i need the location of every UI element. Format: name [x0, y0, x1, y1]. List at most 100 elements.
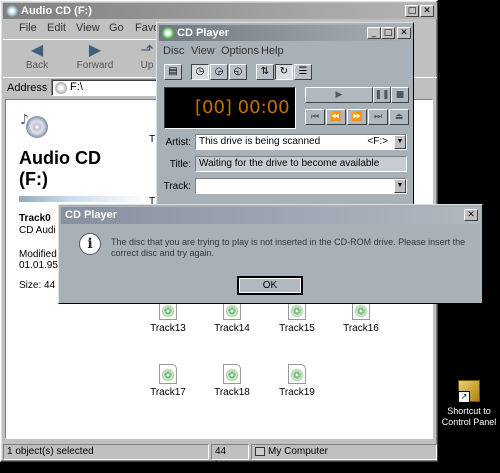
status-zone: My Computer — [251, 444, 437, 460]
play-button[interactable]: ▶ — [305, 87, 373, 103]
explorer-toolbar: ◀ Back ▶ Forward ⬏ Up — [3, 39, 163, 77]
track-label: Track15 — [279, 323, 315, 334]
disc-time-remaining-icon[interactable]: ◵ — [229, 64, 247, 80]
track-dropdown[interactable]: ▼ — [195, 178, 407, 194]
title-value: Waiting for the drive to become availabl… — [199, 158, 380, 169]
my-computer-icon — [255, 447, 265, 456]
previous-track-button[interactable]: ⏮ — [305, 109, 325, 125]
track-label: Track14 — [214, 323, 250, 334]
track-item[interactable]: Track15 — [272, 300, 322, 334]
track-item[interactable]: Track18 — [207, 364, 257, 398]
track-label: Track19 — [279, 387, 315, 398]
menu-file[interactable]: File — [19, 22, 37, 34]
menu-go[interactable]: Go — [109, 22, 124, 34]
forward-arrow-icon: ▶ — [88, 42, 102, 59]
edit-playlist-icon[interactable]: ▤ — [164, 64, 182, 80]
up-label: Up — [140, 60, 154, 71]
explorer-title-bar[interactable]: Audio CD (F:) — [3, 3, 437, 19]
control-panel-shortcut-icon — [458, 380, 480, 403]
error-dialog: CD Player ✕ i The disc that you are tryi… — [58, 204, 483, 304]
track-item[interactable]: Track16 — [336, 300, 386, 334]
track-label: Track18 — [214, 387, 250, 398]
intro-play-icon[interactable]: ☰ — [294, 64, 312, 80]
pause-button[interactable]: ❚❚ — [373, 87, 391, 103]
minimize-button[interactable]: _ — [367, 27, 381, 39]
random-order-icon[interactable]: ⇅ — [256, 64, 274, 80]
explorer-title: Audio CD (F:) — [21, 5, 92, 17]
dialog-title-bar[interactable]: CD Player — [61, 207, 480, 224]
menu-disc[interactable]: Disc — [163, 45, 184, 57]
back-label: Back — [25, 60, 49, 71]
address-label: Address — [7, 82, 48, 94]
stop-button[interactable]: ■ — [391, 87, 409, 103]
track-time-elapsed-icon[interactable]: ◷ — [191, 64, 209, 80]
skip-backwards-button[interactable]: ⏪ — [326, 109, 346, 125]
time-readout: [00] 00:00 — [195, 97, 290, 118]
time-display: [00] 00:00 — [164, 87, 296, 129]
cd-player-window: CD Player _ □ ✕ Disc View Options Help ▤… — [156, 22, 414, 222]
occluded-text: T — [149, 134, 156, 145]
track-label: Track17 — [150, 387, 186, 398]
address-value: F:\ — [70, 81, 83, 93]
close-button[interactable]: ✕ — [397, 27, 411, 39]
cd-drive-icon — [6, 5, 18, 17]
artist-label: Artist: — [165, 137, 191, 148]
artist-dropdown[interactable]: This drive is being scanned <F:> ▼ — [195, 134, 407, 150]
chevron-down-icon[interactable]: ▼ — [394, 135, 406, 149]
menu-help[interactable]: Help — [261, 45, 284, 57]
dialog-title: CD Player — [65, 209, 117, 221]
address-input[interactable]: F:\ — [51, 79, 171, 96]
ok-button[interactable]: OK — [237, 276, 303, 295]
title-field[interactable]: Waiting for the drive to become availabl… — [195, 156, 407, 172]
cd-player-title: CD Player — [177, 27, 229, 39]
desktop-shortcut[interactable]: Shortcut to Control Panel — [438, 380, 500, 428]
artist-drive: <F:> — [367, 136, 388, 147]
track-item[interactable]: Track13 — [143, 300, 193, 334]
information-icon: i — [79, 233, 101, 255]
close-button[interactable]: ✕ — [464, 209, 478, 221]
selected-item-type: CD Audi — [19, 225, 56, 236]
eject-button[interactable]: ⏏ — [389, 109, 409, 125]
forward-label: Forward — [76, 60, 114, 71]
cd-player-icon — [162, 27, 174, 39]
modified-label: Modified — [19, 249, 57, 260]
menu-options[interactable]: Options — [221, 45, 259, 57]
cd-audio-track-icon — [223, 364, 241, 384]
menu-view[interactable]: View — [76, 22, 100, 34]
track-label: Track: — [163, 181, 191, 192]
track-item[interactable]: Track14 — [207, 300, 257, 334]
track-label: Track13 — [150, 323, 186, 334]
selected-item-name: Track0 — [19, 213, 51, 224]
status-selected: 1 object(s) selected — [3, 444, 209, 460]
status-zone-label: My Computer — [268, 446, 329, 457]
maximize-button[interactable]: □ — [405, 5, 419, 17]
menu-view[interactable]: View — [191, 45, 215, 57]
cd-drive-icon — [55, 82, 67, 94]
folder-title: Audio CD (F:) — [19, 148, 101, 189]
back-button[interactable]: ◀ Back — [15, 42, 59, 76]
menu-edit[interactable]: Edit — [47, 22, 66, 34]
shortcut-label: Shortcut to Control Panel — [441, 406, 497, 427]
maximize-button[interactable]: □ — [381, 27, 395, 39]
close-button[interactable]: ✕ — [420, 5, 434, 17]
track-label: Track16 — [343, 323, 379, 334]
chevron-down-icon[interactable]: ▼ — [394, 179, 406, 193]
explorer-menu-bar: File Edit View Go Favo — [3, 19, 163, 37]
track-item[interactable]: Track17 — [143, 364, 193, 398]
forward-button[interactable]: ▶ Forward — [73, 42, 117, 76]
track-item[interactable]: Track19 — [272, 364, 322, 398]
web-view-divider — [19, 196, 149, 202]
status-bar: 1 object(s) selected 44 bytes My Compute… — [3, 443, 437, 471]
modified-value: 01.01.95 — [19, 260, 58, 271]
title-label: Title: — [169, 159, 191, 170]
cd-audio-track-icon — [159, 364, 177, 384]
skip-forwards-button[interactable]: ⏩ — [347, 109, 367, 125]
next-track-button[interactable]: ⏭ — [368, 109, 388, 125]
continuous-play-icon[interactable]: ↻ — [275, 64, 293, 80]
artist-value: This drive is being scanned — [199, 136, 321, 147]
status-size: 44 bytes — [211, 444, 249, 471]
back-arrow-icon: ◀ — [30, 42, 44, 59]
audio-cd-icon: ♪ — [20, 112, 50, 138]
cd-audio-track-icon — [288, 364, 306, 384]
track-time-remaining-icon[interactable]: ◶ — [210, 64, 228, 80]
